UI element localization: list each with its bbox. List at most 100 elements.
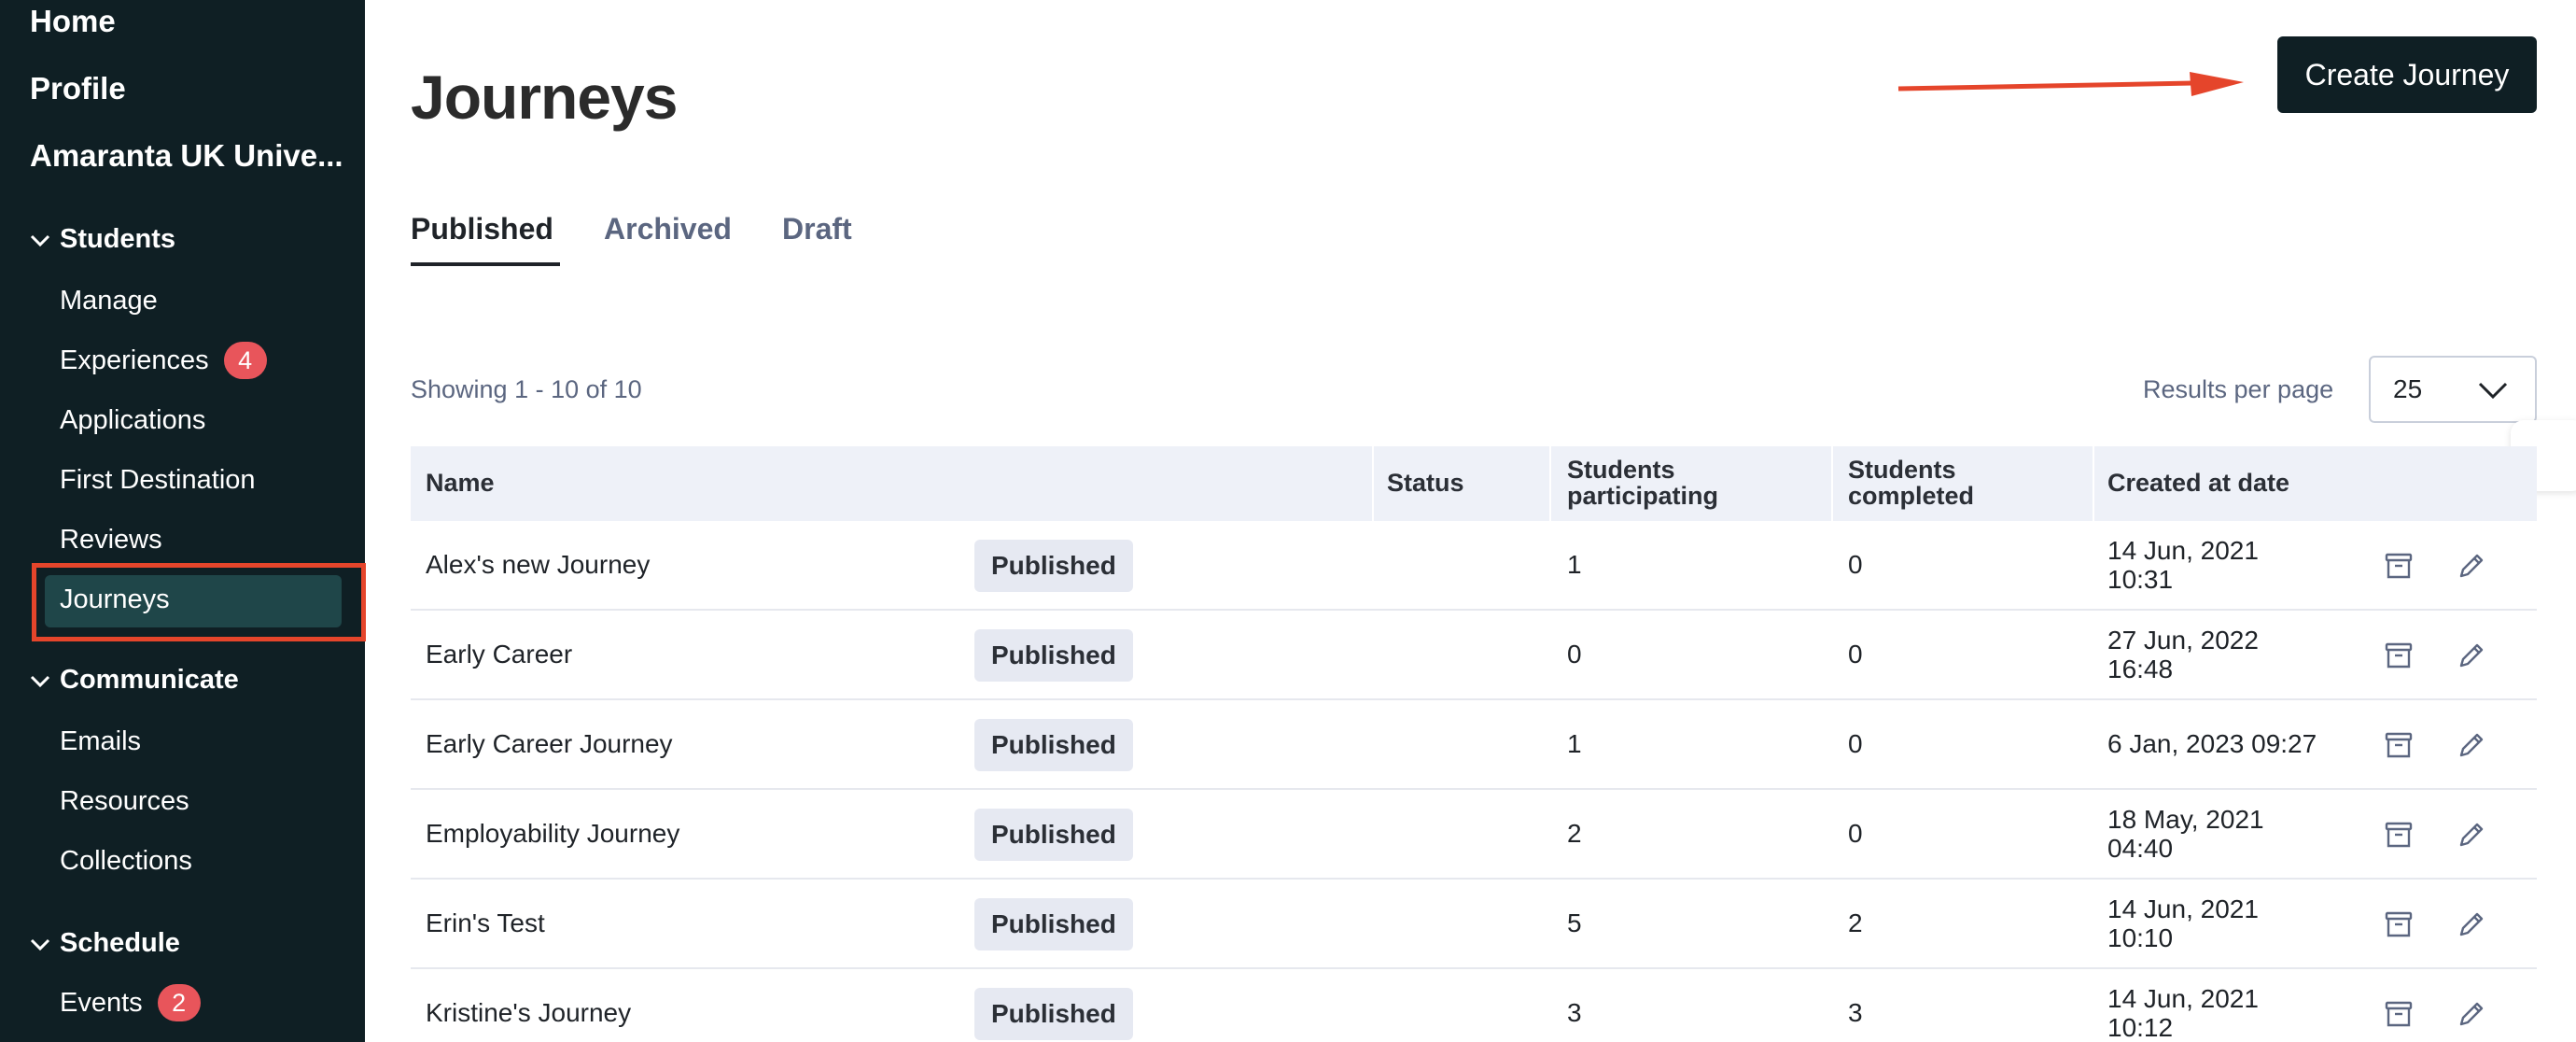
annotation-arrow-icon: [1897, 72, 2244, 96]
cell-participating: 1: [1567, 729, 1582, 758]
cell-name[interactable]: Employability Journey: [426, 819, 679, 848]
cell-completed: 3: [1848, 998, 1863, 1027]
status-badge: Published: [974, 719, 1133, 771]
cell-participating: 5: [1567, 908, 1582, 937]
cell-created-date: 14 Jun, 2021 10:12: [2107, 984, 2259, 1042]
sidebar-item-applications[interactable]: Applications: [60, 405, 205, 436]
cell-created-date: 14 Jun, 2021 10:31: [2107, 536, 2259, 594]
column-header-created[interactable]: Created at date: [2107, 470, 2289, 496]
archive-icon: [2385, 1001, 2413, 1027]
sidebar-item-collections[interactable]: Collections: [60, 846, 192, 877]
sidebar-item-label: First Destination: [60, 465, 256, 495]
archive-button[interactable]: [2380, 816, 2417, 853]
archive-button[interactable]: [2380, 726, 2417, 764]
cell-created-date: 14 Jun, 2021 10:10: [2107, 894, 2259, 952]
active-tab-underline: [411, 262, 560, 266]
edit-button[interactable]: [2453, 906, 2490, 943]
column-header-participating[interactable]: Students participating: [1567, 457, 1791, 509]
sidebar-item-label: Emails: [60, 726, 142, 756]
archive-button[interactable]: [2380, 547, 2417, 584]
archive-button[interactable]: [2380, 637, 2417, 674]
edit-button[interactable]: [2453, 637, 2490, 674]
chevron-down-icon: [30, 234, 50, 246]
cell-created-date: 6 Jan, 2023 09:27: [2107, 729, 2317, 758]
cell-name[interactable]: Kristine's Journey: [426, 998, 631, 1027]
section-students-toggle[interactable]: Students: [26, 224, 175, 255]
column-divider: [1372, 446, 1374, 521]
sidebar-item-reviews[interactable]: Reviews: [60, 525, 162, 556]
count-badge: 2: [157, 984, 201, 1021]
column-header-completed[interactable]: Students completed: [1848, 457, 2035, 509]
section-schedule-label: Schedule: [60, 928, 180, 958]
edit-button[interactable]: [2453, 816, 2490, 853]
chevron-down-icon: [30, 675, 50, 687]
results-per-page-value: 25: [2393, 374, 2423, 403]
sidebar-item-label: Resources: [60, 786, 189, 816]
status-badge: Published: [974, 809, 1133, 861]
sidebar-item-manage[interactable]: Manage: [60, 286, 158, 317]
status-badge: Published: [974, 898, 1133, 950]
sidebar-item-label: Manage: [60, 286, 158, 316]
cell-participating: 2: [1567, 819, 1582, 848]
archive-icon: [2385, 822, 2413, 848]
sidebar-item-label: Collections: [60, 846, 192, 876]
chevron-down-icon: [30, 938, 50, 950]
status-badge: Published: [974, 988, 1133, 1040]
section-communicate-label: Communicate: [60, 665, 239, 695]
status-badge: Published: [974, 540, 1133, 592]
sidebar-item-experiences[interactable]: Experiences 4: [60, 342, 267, 379]
results-per-page-label: Results per page: [2143, 375, 2334, 403]
cell-participating: 1: [1567, 550, 1582, 579]
edit-button[interactable]: [2453, 726, 2490, 764]
archive-icon: [2385, 911, 2413, 937]
section-communicate-toggle[interactable]: Communicate: [26, 665, 239, 696]
count-badge: 4: [223, 342, 267, 379]
sidebar-item-resources[interactable]: Resources: [60, 786, 189, 817]
cell-created-date: 18 May, 2021 04:40: [2107, 805, 2264, 863]
chevron-down-icon: [2478, 382, 2508, 400]
page-title: Journeys: [411, 63, 678, 132]
sidebar-item-emails[interactable]: Emails: [60, 726, 141, 757]
cell-completed: 2: [1848, 908, 1863, 937]
tab-archived[interactable]: Archived: [604, 212, 732, 246]
pencil-icon: [2459, 1002, 2484, 1026]
sidebar-item-label: Events: [60, 987, 143, 1018]
edit-button[interactable]: [2453, 995, 2490, 1033]
cell-completed: 0: [1848, 729, 1863, 758]
sidebar-item-label: Reviews: [60, 525, 162, 555]
section-students-label: Students: [60, 224, 176, 254]
create-journey-button[interactable]: Create Journey: [2277, 36, 2537, 113]
section-schedule-toggle[interactable]: Schedule: [26, 928, 180, 959]
cell-name[interactable]: Early Career Journey: [426, 729, 673, 758]
archive-button[interactable]: [2380, 995, 2417, 1033]
cell-created-date: 27 Jun, 2022 16:48: [2107, 626, 2259, 683]
sidebar: Home Profile Amaranta UK Unive... Studen…: [0, 0, 366, 1042]
nav-organisation[interactable]: Amaranta UK Unive...: [30, 138, 343, 174]
cell-participating: 0: [1567, 640, 1582, 669]
sidebar-item-first-destination[interactable]: First Destination: [60, 465, 256, 496]
sidebar-item-label: Applications: [60, 405, 206, 435]
annotation-highlight-box: [32, 563, 366, 641]
archive-icon: [2385, 732, 2413, 758]
cell-name[interactable]: Erin's Test: [426, 908, 545, 937]
cell-name[interactable]: Early Career: [426, 640, 572, 669]
column-divider: [2093, 446, 2094, 521]
tab-draft[interactable]: Draft: [782, 212, 852, 246]
nav-home[interactable]: Home: [30, 4, 116, 39]
pencil-icon: [2459, 554, 2484, 578]
cell-name[interactable]: Alex's new Journey: [426, 550, 650, 579]
tab-published[interactable]: Published: [411, 212, 553, 246]
pencil-icon: [2459, 823, 2484, 847]
archive-button[interactable]: [2380, 906, 2417, 943]
column-divider: [1831, 446, 1833, 521]
sidebar-item-events[interactable]: Events 2: [60, 984, 201, 1021]
pencil-icon: [2459, 643, 2484, 668]
cell-completed: 0: [1848, 819, 1863, 848]
column-header-name[interactable]: Name: [426, 470, 495, 496]
results-per-page-select[interactable]: 25: [2369, 356, 2537, 423]
edit-button[interactable]: [2453, 547, 2490, 584]
nav-profile[interactable]: Profile: [30, 71, 126, 106]
archive-icon: [2385, 642, 2413, 669]
pencil-icon: [2459, 733, 2484, 757]
column-header-status[interactable]: Status: [1387, 470, 1464, 496]
